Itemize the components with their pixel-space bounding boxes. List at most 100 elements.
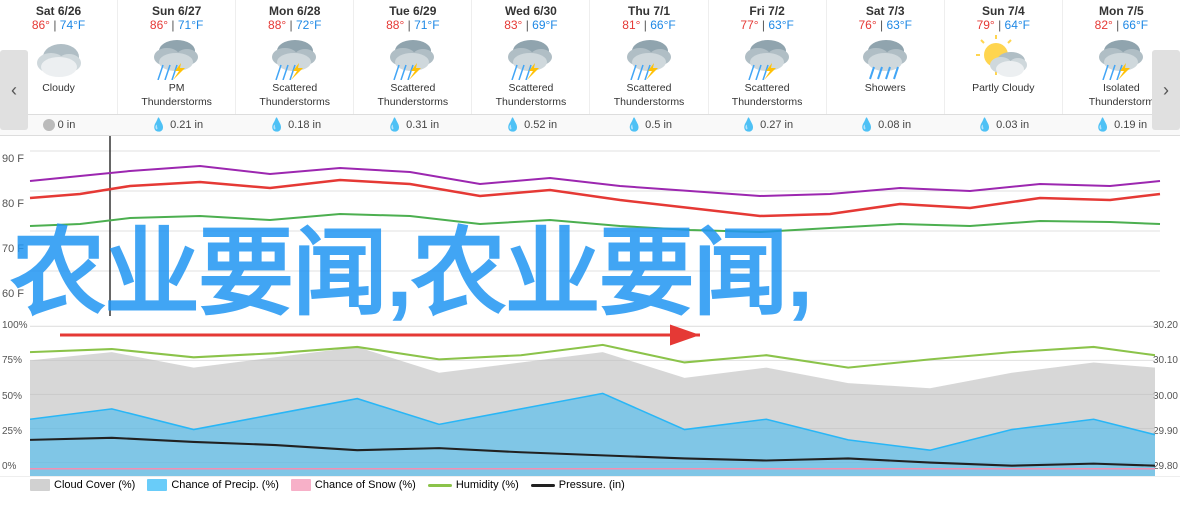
legend-label: Chance of Snow (%) [315, 479, 416, 491]
temperature-chart: 90 F80 F70 F60 F Dew Point (°) Feels Lik… [0, 136, 1180, 316]
weather-icon [855, 32, 915, 82]
precip-value: 0.52 in [524, 119, 557, 131]
temp-high: 83° [504, 18, 522, 32]
rain-drop-icon: 💧 [626, 117, 642, 133]
precip-col: 💧0.18 in [236, 115, 354, 135]
day-desc: ScatteredThunderstorms [732, 82, 803, 110]
legend-label: Humidity (%) [456, 479, 519, 491]
temp-high: 88° [268, 18, 286, 32]
legend-label: Pressure. (in) [559, 479, 625, 491]
legend-item: Chance of Precip. (%) [147, 479, 279, 491]
days-header-row: Sat 6/26 86° | 74°F Cloudy Sun 6/27 86° … [0, 0, 1180, 115]
day-column: Fri 7/2 77° | 63°F ScatteredThunderstorm… [709, 0, 827, 114]
nav-right-arrow[interactable]: › [1152, 50, 1180, 130]
day-column: Mon 6/28 88° | 72°F ScatteredThunderstor… [236, 0, 354, 114]
y-axis-label: 30.20 [1153, 320, 1178, 331]
rain-drop-icon: 💧 [741, 117, 757, 133]
temp-low: 63°F [886, 18, 911, 32]
temp-low: 71°F [414, 18, 439, 32]
weather-icon [383, 32, 443, 82]
rain-drop-icon: 💧 [505, 117, 521, 133]
day-desc: IsolatedThunderstorm [1089, 82, 1154, 110]
zero-precip-icon [43, 119, 55, 131]
precip-value: 0.03 in [996, 119, 1029, 131]
y-axis-label: 30.00 [1153, 391, 1178, 402]
weather-icon [737, 32, 797, 82]
day-name: Wed 6/30 [505, 4, 557, 18]
y-axis-label: 25% [2, 426, 28, 437]
day-name: Sat 7/3 [866, 4, 905, 18]
precip-value: 0.27 in [760, 119, 793, 131]
precip-value: 0 in [58, 119, 76, 131]
day-column: Sat 7/3 76° | 63°F Showers [827, 0, 945, 114]
temp-low: 66°F [1123, 18, 1148, 32]
legend-swatch [30, 479, 50, 491]
legend-swatch [147, 479, 167, 491]
temp-low: 71°F [178, 18, 203, 32]
nav-left-arrow[interactable]: ‹ [0, 50, 28, 130]
bottom-chart-svg [30, 316, 1155, 476]
day-name: Sun 6/27 [152, 4, 201, 18]
weather-icon [29, 32, 89, 82]
precip-col: 💧0.5 in [590, 115, 708, 135]
temp-low: 64°F [1005, 18, 1030, 32]
precip-col: 💧0.52 in [472, 115, 590, 135]
bottom-chart: 100%75%50%25%0% 30.2030.1030.0029.9029.8… [0, 316, 1180, 476]
day-desc: ScatteredThunderstorms [378, 82, 449, 110]
precip-value: 0.5 in [645, 119, 672, 131]
day-name: Fri 7/2 [749, 4, 784, 18]
legend-label: Chance of Precip. (%) [171, 479, 279, 491]
legend-label: Cloud Cover (%) [54, 479, 135, 491]
day-name: Tue 6/29 [389, 4, 436, 18]
rain-drop-icon: 💧 [269, 117, 285, 133]
temp-high: 88° [386, 18, 404, 32]
y-axis-label: 0% [2, 461, 28, 472]
bottom-legend: Cloud Cover (%) Chance of Precip. (%) Chan… [0, 476, 1180, 493]
day-column: Wed 6/30 83° | 69°F ScatteredThunderstor… [472, 0, 590, 114]
precip-value: 0.08 in [878, 119, 911, 131]
precip-col: 💧0.21 in [118, 115, 236, 135]
precip-col: 💧0.08 in [826, 115, 944, 135]
temp-low: 74°F [60, 18, 85, 32]
y-axis-label: 100% [2, 320, 28, 331]
temp-high: 82° [1095, 18, 1113, 32]
temp-high: 81° [622, 18, 640, 32]
day-name: Mon 6/28 [269, 4, 320, 18]
temp-high: 79° [977, 18, 995, 32]
precip-row: 0 in💧0.21 in💧0.18 in💧0.31 in💧0.52 in💧0.5… [0, 115, 1180, 136]
day-desc: Partly Cloudy [972, 82, 1034, 110]
legend-swatch [291, 479, 311, 491]
precip-value: 0.19 in [1114, 119, 1147, 131]
legend-item: Cloud Cover (%) [30, 479, 135, 491]
y-axis-label: 30.10 [1153, 355, 1178, 366]
day-desc: Showers [865, 82, 906, 110]
temp-high: 77° [740, 18, 758, 32]
rain-drop-icon: 💧 [977, 117, 993, 133]
precip-value: 0.18 in [288, 119, 321, 131]
day-desc: ScatteredThunderstorms [496, 82, 567, 110]
day-column: Sun 7/4 79° | 64°F Partly Cloudy [945, 0, 1063, 114]
day-column: Tue 6/29 88° | 71°F ScatteredThunderstor… [354, 0, 472, 114]
day-desc: PMThunderstorms [141, 82, 212, 110]
temp-low: 63°F [768, 18, 793, 32]
day-name: Sun 7/4 [982, 4, 1025, 18]
legend-line [428, 484, 452, 487]
weather-icon [619, 32, 679, 82]
bottom-y-labels-left: 100%75%50%25%0% [2, 316, 28, 476]
day-column: Thu 7/1 81° | 66°F ScatteredThunderstorm… [590, 0, 708, 114]
day-name: Thu 7/1 [628, 4, 670, 18]
weather-widget: ‹ Sat 6/26 86° | 74°F Cloudy Sun 6/27 86… [0, 0, 1180, 520]
temp-high: 76° [858, 18, 876, 32]
y-axis-label: 29.80 [1153, 461, 1178, 472]
rain-drop-icon: 💧 [151, 117, 167, 133]
legend-item: Chance of Snow (%) [291, 479, 416, 491]
day-desc: ScatteredThunderstorms [614, 82, 685, 110]
temp-low: 69°F [532, 18, 557, 32]
legend-item: Humidity (%) [428, 479, 519, 491]
y-axis-label: 29.90 [1153, 426, 1178, 437]
rain-drop-icon: 💧 [859, 117, 875, 133]
temp-high: 86° [32, 18, 50, 32]
day-name: Mon 7/5 [1099, 4, 1144, 18]
rain-drop-icon: 💧 [387, 117, 403, 133]
day-column: Sun 6/27 86° | 71°F PMThunderstorms [118, 0, 236, 114]
